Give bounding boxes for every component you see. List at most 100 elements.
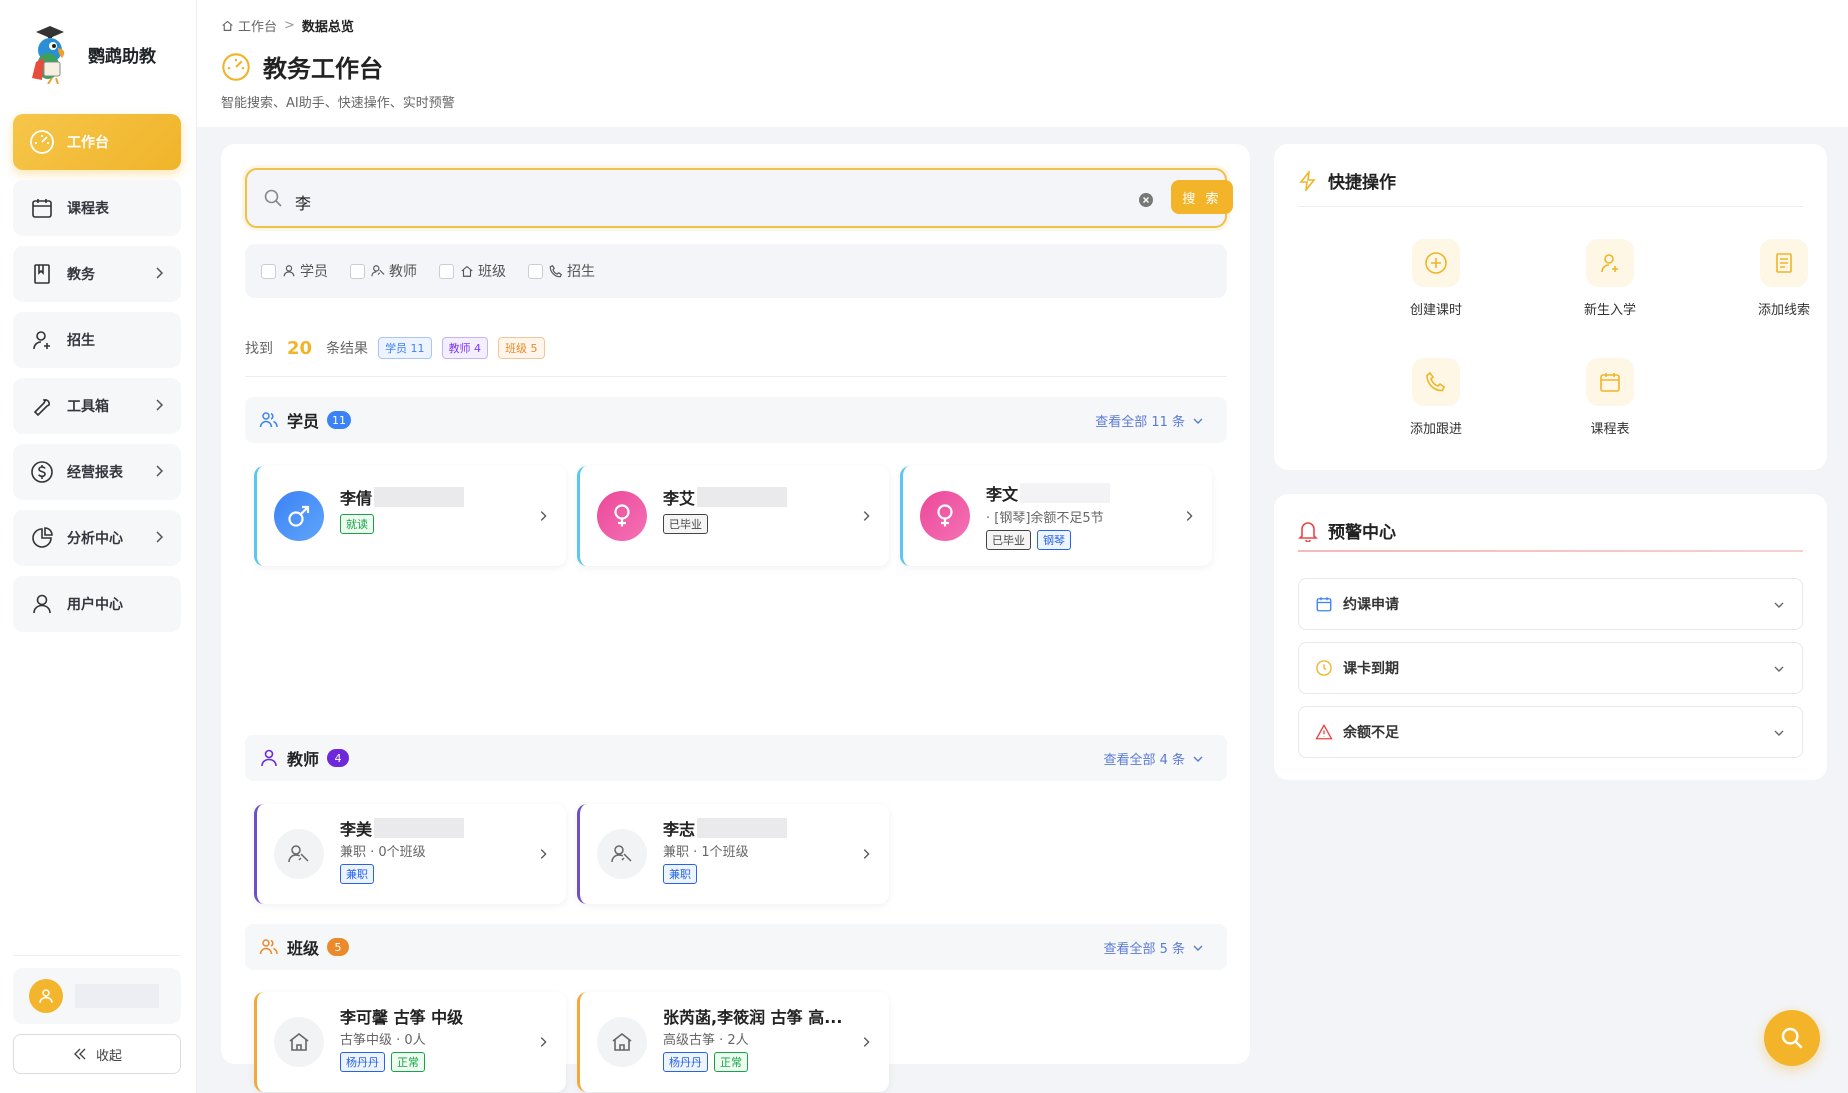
alert-center-title: 预警中心 [1298, 518, 1396, 543]
sidebar-item-toolbox[interactable]: 工具箱 [13, 378, 181, 434]
plus-circle-icon [1412, 239, 1460, 287]
alert-label: 课卡到期 [1343, 661, 1399, 677]
collapse-label: 收起 [95, 1048, 122, 1064]
dashboard-icon [29, 129, 55, 155]
class-tags: 杨丹丹 正常 [663, 1052, 754, 1072]
student-card[interactable]: 李艾 已毕业 [577, 466, 889, 566]
student-card[interactable]: 李文 · [钢琴]余额不足5节 已毕业 钢琴 [900, 466, 1212, 566]
action-label: 添加线索 [1757, 303, 1810, 318]
page-subtitle: 智能搜索、AI助手、快速操作、实时预警 [221, 96, 455, 111]
book-icon [29, 261, 55, 287]
breadcrumb-current: 数据总览 [301, 20, 354, 35]
sidebar-nav: 工作台 课程表 教务 招生 工具箱 经营报表 分析中心 用户中心 [13, 114, 181, 642]
add-followup-button[interactable]: 添加跟进 [1376, 358, 1496, 437]
user-profile[interactable] [13, 968, 181, 1024]
view-all-classes-link[interactable]: 查看全部 5 条 [1103, 938, 1205, 957]
search-filters: 学员 教师 班级 招生 [245, 244, 1227, 298]
alert-booking-requests[interactable]: 约课申请 [1298, 578, 1803, 630]
pie-chart-icon [29, 525, 55, 551]
filter-label: 教师 [389, 264, 417, 280]
calendar-icon [29, 195, 55, 221]
teacher-tags: 兼职 [663, 864, 703, 884]
chevron-right-icon [540, 1037, 547, 1047]
view-all-students-link[interactable]: 查看全部 11 条 [1095, 411, 1205, 430]
breadcrumb: 工作台 > 数据总览 [221, 16, 354, 35]
sidebar-item-user-center[interactable]: 用户中心 [13, 576, 181, 632]
filter-student[interactable]: 学员 [261, 261, 328, 281]
status-tag: 已毕业 [986, 530, 1031, 550]
phone-icon [1412, 358, 1460, 406]
class-card[interactable]: 张芮菡,李筱润 古筝 高... 高级古筝 · 2人 杨丹丹 正常 [577, 992, 889, 1092]
action-label: 添加跟进 [1409, 422, 1462, 437]
user-icon [39, 989, 53, 1003]
chevron-right-icon [1186, 511, 1193, 521]
teacher-card[interactable]: 李志 兼职 · 1个班级 兼职 [577, 804, 889, 904]
chevron-down-icon [1774, 666, 1784, 672]
type-tag: 兼职 [340, 864, 374, 884]
dashboard-icon [222, 52, 250, 81]
sidebar-item-enrollment[interactable]: 招生 [13, 312, 181, 368]
view-all-teachers-link[interactable]: 查看全部 4 条 [1103, 749, 1205, 768]
results-summary: 找到 20 条结果 学员 11 教师 4 班级 5 [245, 337, 545, 359]
filter-enrollment[interactable]: 招生 [528, 261, 595, 281]
clear-icon[interactable] [1139, 193, 1153, 207]
app-logo[interactable]: 鹦鹉助教 [22, 24, 156, 84]
student-name: 李文 [986, 481, 1111, 505]
sidebar-item-dashboard[interactable]: 工作台 [13, 114, 181, 170]
sidebar-item-analytics[interactable]: 分析中心 [13, 510, 181, 566]
checkbox[interactable] [528, 263, 543, 279]
filter-label: 招生 [567, 264, 595, 280]
class-card[interactable]: 李可馨 古筝 中级 古筝中级 · 0人 杨丹丹 正常 [254, 992, 566, 1092]
view-all-label: 查看全部 11 条 [1095, 415, 1185, 430]
section-count-badge: 4 [327, 749, 350, 767]
status-tag: 正常 [391, 1052, 425, 1072]
alert-low-balance[interactable]: 余额不足 [1298, 706, 1803, 758]
results-tag-teachers[interactable]: 教师 4 [441, 337, 489, 359]
filter-class[interactable]: 班级 [439, 261, 506, 281]
view-all-label: 查看全部 4 条 [1103, 753, 1185, 768]
quick-actions-panel: 快捷操作 创建课时 新生入学 添加线索 添加跟进 课程表 [1274, 144, 1827, 470]
action-label: 新生入学 [1583, 303, 1636, 318]
search-icon [1781, 1027, 1803, 1049]
checkbox[interactable] [261, 263, 276, 279]
teacher-icon [371, 265, 385, 277]
results-tag-students[interactable]: 学员 11 [378, 337, 432, 359]
chevron-down-icon [1774, 730, 1784, 736]
chevron-right-icon [863, 849, 870, 859]
action-label: 创建课时 [1409, 303, 1462, 318]
results-tag-classes[interactable]: 班级 5 [498, 337, 545, 359]
sidebar-item-schedule[interactable]: 课程表 [13, 180, 181, 236]
sidebar-item-reports[interactable]: 经营报表 [13, 444, 181, 500]
breadcrumb-separator: > [284, 18, 295, 33]
user-icon [29, 591, 55, 617]
create-lesson-button[interactable]: 创建课时 [1376, 239, 1496, 318]
add-lead-button[interactable]: 添加线索 [1724, 239, 1844, 318]
section-title: 教师 [287, 750, 320, 769]
teacher-card[interactable]: 李美 兼职 · 0个班级 兼职 [254, 804, 566, 904]
breadcrumb-link[interactable]: 工作台 [238, 16, 277, 35]
home-icon [597, 1017, 647, 1067]
student-card[interactable]: 李倩 就读 [254, 466, 566, 566]
page-title: 教务工作台 [221, 49, 383, 84]
search-input[interactable]: 李 搜 索 [245, 168, 1233, 228]
sidebar-item-academic[interactable]: 教务 [13, 246, 181, 302]
female-icon [597, 491, 647, 541]
search-button[interactable]: 搜 索 [1171, 180, 1233, 214]
checkbox[interactable] [350, 263, 365, 279]
collapse-button[interactable]: 收起 [13, 1034, 181, 1074]
schedule-button[interactable]: 课程表 [1550, 358, 1670, 437]
chevron-down-icon [1193, 945, 1203, 951]
sidebar-footer: 收起 [13, 955, 181, 1074]
results-prefix: 找到 [245, 341, 273, 357]
search-query[interactable]: 李 [295, 190, 311, 214]
floating-search-button[interactable] [1764, 1010, 1820, 1066]
chevron-right-icon [156, 531, 164, 543]
filter-teacher[interactable]: 教师 [350, 261, 417, 281]
teacher-icon [261, 749, 277, 767]
wrench-icon [29, 393, 55, 419]
teacher-icon [597, 829, 647, 879]
new-student-button[interactable]: 新生入学 [1550, 239, 1670, 318]
alert-card-expiry[interactable]: 课卡到期 [1298, 642, 1803, 694]
checkbox[interactable] [439, 263, 454, 279]
panel-title-text: 预警中心 [1328, 523, 1396, 543]
